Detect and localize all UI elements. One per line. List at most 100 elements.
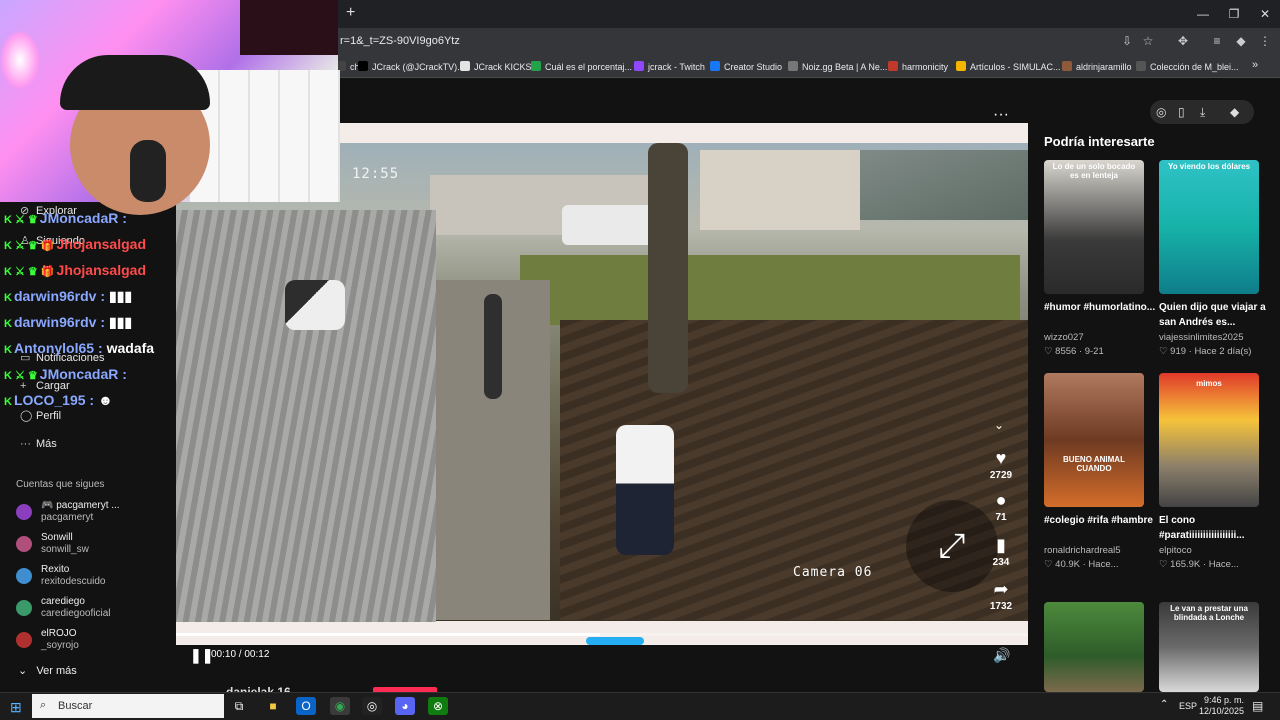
followed-account[interactable]: Sonwill sonwill_sw — [16, 532, 176, 560]
progress-scrubber[interactable] — [586, 637, 644, 645]
save-count: 234 — [992, 557, 1010, 568]
see-more-button[interactable]: ⌄ Ver más — [18, 664, 77, 677]
see-more-label: Ver más — [36, 665, 77, 677]
sidebar-nav-icon: ··· — [20, 438, 31, 450]
bookmark-item[interactable]: jcrack - Twitch — [634, 61, 705, 72]
bookmark-label: JCrack (@JCrackTV)... — [372, 62, 465, 72]
thumbnail-text: Yo viendo los dólares — [1167, 162, 1251, 171]
bookmark-item[interactable]: Cuál es el porcentaj... — [531, 61, 632, 72]
bookmark-favicon-icon — [358, 61, 368, 71]
sidebar-item-6[interactable]: ··· Más — [20, 438, 57, 450]
avatar — [16, 504, 32, 520]
input-language[interactable]: ESP — [1179, 701, 1197, 711]
windows-start-icon[interactable]: ⊞ — [10, 699, 22, 716]
close-window-button[interactable]: ✕ — [1250, 4, 1280, 24]
pause-button[interactable]: ❚❚ — [190, 647, 213, 664]
volume-icon[interactable]: 🔊 — [993, 647, 1010, 664]
notifications-icon[interactable]: ▤ — [1252, 699, 1263, 713]
bookmark-item[interactable]: Colección de M_blei... — [1136, 61, 1239, 72]
bookmark-item[interactable]: Artículos - SIMULAC... — [956, 61, 1061, 72]
account-icon[interactable]: ◆ — [1230, 105, 1239, 119]
video-thumbnail[interactable]: Le van a prestar una blindada a Lonche — [1159, 602, 1259, 692]
followed-account[interactable]: carediego carediegooficial — [16, 596, 176, 624]
download-icon[interactable]: ⤓ — [1200, 105, 1205, 120]
task-view-icon[interactable]: ⧉ — [229, 697, 249, 715]
clock-time: 9:46 p. m. — [1203, 695, 1244, 705]
clock[interactable]: 9:46 p. m. 12/10/2025 — [1198, 695, 1244, 717]
search-icon: ⌕ — [40, 699, 47, 711]
video-thumbnail[interactable]: BUENO ANIMAL CUANDO — [1044, 373, 1144, 507]
video-author: viajessinlimites2025 — [1159, 332, 1244, 343]
bookmark-star-icon[interactable]: ☆ — [1141, 34, 1155, 48]
account-name: Sonwill — [41, 532, 73, 543]
video-thumbnail[interactable] — [1044, 602, 1144, 692]
bookmark-item[interactable]: JCrack KICKS — [460, 61, 532, 72]
recommended-video[interactable]: Yo viendo los dólares Quien dijo que viaj… — [1159, 160, 1266, 360]
bookmark-item[interactable]: Noiz.gg Beta | A Ne... — [788, 61, 887, 72]
bookmark-favicon-icon — [956, 61, 966, 71]
like-button[interactable]: ♥ 2729 — [986, 448, 1016, 481]
video-thumbnail[interactable]: mimos — [1159, 373, 1259, 507]
video-stats: ♡ 40.9K · Hace... — [1044, 559, 1119, 570]
install-app-icon[interactable]: ⇩ — [1120, 34, 1134, 48]
bookmark-favicon-icon — [788, 61, 798, 71]
profile-icon[interactable]: ◆ — [1234, 34, 1248, 48]
tray-overflow-icon[interactable]: ⌃ — [1160, 699, 1168, 710]
outlook-icon[interactable]: O — [296, 697, 316, 715]
coins-icon[interactable]: ◎ — [1156, 105, 1166, 119]
bookmarks-more-button[interactable]: » — [1252, 59, 1258, 71]
file-explorer-icon[interactable]: ■ — [263, 697, 283, 715]
chevron-down-icon[interactable]: ⌄ — [994, 418, 1004, 432]
share-icon: ➦ — [993, 579, 1009, 599]
recommended-video[interactable] — [1044, 602, 1144, 692]
bookmark-item[interactable]: Creator Studio — [710, 61, 782, 72]
webcam-lamp — [0, 30, 40, 90]
share-button[interactable]: ➦ 1732 — [986, 579, 1016, 612]
video-thumbnail[interactable]: Lo de un solo bocado es en lenteja — [1044, 160, 1144, 294]
phone-icon[interactable]: ▯ — [1178, 105, 1185, 119]
recommended-video[interactable]: mimos El cono #paratiiiiiiiiiiiiiiiii... e… — [1159, 373, 1259, 573]
followed-account[interactable]: 🎮 pacgameryt ... pacgameryt — [16, 500, 176, 528]
url-field[interactable]: r=1&_t=ZS-90VI9go6Ytz — [340, 35, 460, 47]
account-name: carediego — [41, 596, 85, 607]
webcam-monitor — [240, 0, 338, 55]
discord-icon[interactable]: ◕ — [395, 697, 415, 715]
xbox-icon[interactable]: ⊗ — [428, 697, 448, 715]
bookmark-label: Noiz.gg Beta | A Ne... — [802, 62, 888, 72]
bookmark-item[interactable]: JCrack (@JCrackTV)... — [358, 61, 465, 72]
video-caption: #colegio #rifa #hambre — [1044, 515, 1153, 526]
minimize-button[interactable]: — — [1188, 4, 1218, 24]
save-button[interactable]: ▮ 234 — [986, 535, 1016, 568]
followed-account[interactable]: Rexito rexitodescuido — [16, 564, 176, 592]
chat-username: darwin96rdv : — [13, 288, 105, 304]
sidebar-item-label: Más — [36, 438, 57, 450]
followed-account[interactable]: elROJO _soyrojo — [16, 628, 176, 656]
video-thumbnail[interactable]: Yo viendo los dólares — [1159, 160, 1259, 294]
recommended-video[interactable]: BUENO ANIMAL CUANDO #colegio #rifa #hambr… — [1044, 373, 1153, 573]
sidebar-item-5[interactable]: ◯ Perfil — [20, 409, 61, 422]
video-more-icon[interactable]: ··· — [993, 106, 1009, 124]
browser-menu-icon[interactable]: ⋮ — [1258, 34, 1272, 48]
video-scene-person-walking — [484, 294, 502, 399]
cctv-timestamp: 12:55 — [352, 166, 400, 182]
recommended-video[interactable]: Le van a prestar una blindada a Lonche — [1159, 602, 1259, 692]
new-tab-button[interactable]: + — [346, 4, 362, 24]
clock-date: 12/10/2025 — [1198, 706, 1244, 716]
bookmark-item[interactable]: harmonicity — [888, 61, 948, 72]
chat-username: darwin96rdv : — [13, 314, 105, 330]
obs-icon[interactable]: ◎ — [362, 697, 382, 715]
recommended-video[interactable]: Lo de un solo bocado es en lenteja #humor… — [1044, 160, 1155, 360]
comment-button[interactable]: ● 71 — [986, 490, 1016, 523]
comment-icon: ● — [995, 490, 1007, 510]
recommendations-title: Podría interesarte — [1044, 134, 1155, 149]
account-handle: _soyrojo — [41, 640, 79, 651]
fullscreen-button[interactable]: ⤢ — [906, 500, 998, 592]
bookmark-label: JCrack KICKS — [474, 62, 532, 72]
bookmark-item[interactable]: aldrinjaramillo — [1062, 61, 1132, 72]
chrome-icon[interactable]: ◉ — [330, 697, 350, 715]
extensions-icon[interactable]: ✥ — [1176, 34, 1190, 48]
restore-button[interactable]: ❐ — [1219, 4, 1249, 24]
comment-count: 71 — [995, 512, 1007, 523]
media-icon[interactable]: ≡ — [1210, 34, 1224, 48]
bookmark-label: Cuál es el porcentaj... — [545, 62, 633, 72]
